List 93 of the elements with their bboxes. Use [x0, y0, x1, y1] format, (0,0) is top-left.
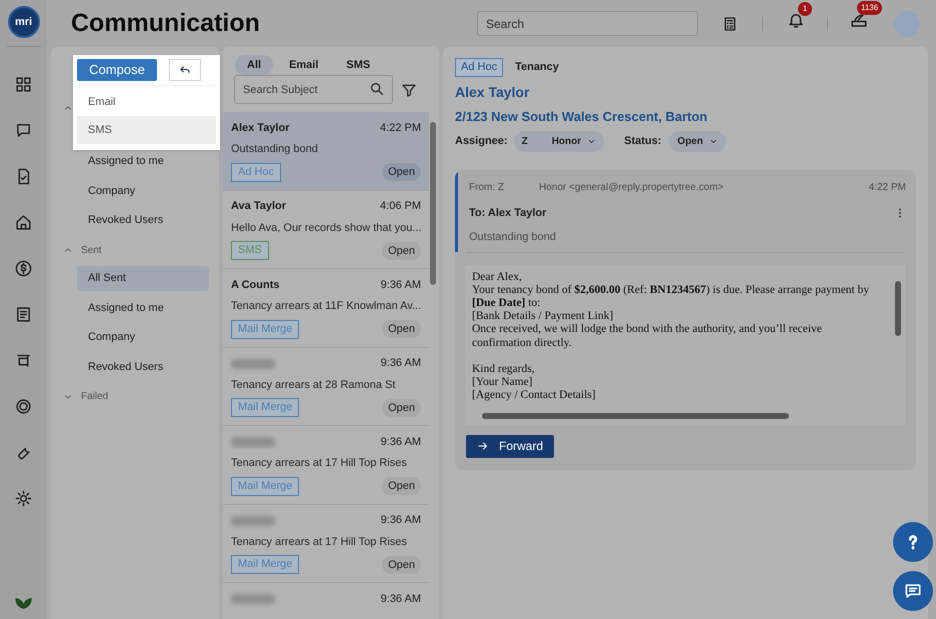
- calculator-icon[interactable]: [722, 16, 738, 32]
- message-row[interactable]: A Counts 9:36 AM Tenancy arrears at 11F Knowlman Av... Mail Merge Open: [223, 269, 429, 348]
- message-time: 9:36 AM: [380, 592, 421, 607]
- filter-tab[interactable]: SMS: [334, 55, 382, 75]
- filter-icon[interactable]: [401, 82, 417, 98]
- sender-name: A Counts: [231, 278, 280, 293]
- message-time: 4:06 PM: [380, 199, 421, 214]
- sender-address: Honor <general@reply.propertytree.com>: [539, 180, 725, 194]
- status-pill: Open: [382, 163, 421, 181]
- message-count-badge: 1136: [857, 0, 882, 14]
- folder-item[interactable]: Company: [77, 324, 209, 350]
- body-text-line: [Due Date] to:: [472, 296, 542, 310]
- folder-item[interactable]: Assigned to me: [77, 149, 209, 174]
- message-row[interactable]: 9:36 AM Tenancy arrears at 17 Hill Top Rises Mail Merge Open: [223, 504, 429, 583]
- body-text-line: Your tenancy bond of $2,600.00 (Ref: BN1234567) is due. Please arrange payment by: [472, 284, 870, 297]
- arrow-right-icon: [477, 440, 489, 452]
- page-title: Communication: [71, 8, 260, 39]
- message-tag: Mail Merge: [231, 398, 300, 417]
- status-pill: Open: [382, 242, 421, 260]
- folder-item[interactable]: Revoked Users: [77, 208, 209, 234]
- filter-tab[interactable]: Email: [277, 55, 330, 75]
- folder-group-label[interactable]: Failed: [81, 389, 108, 404]
- message-time: 4:22 PM: [380, 120, 421, 136]
- detail-tag: Ad Hoc: [455, 58, 504, 77]
- document-icon[interactable]: [15, 306, 32, 322]
- message-row[interactable]: 9:36 AM: [223, 583, 429, 619]
- vertical-scrollbar[interactable]: [895, 280, 901, 336]
- search-subject-field[interactable]: Search Subject: [234, 75, 393, 104]
- message-row[interactable]: Alex Taylor 4:22 PM Outstanding bond Ad Hoc Open: [223, 112, 429, 190]
- menu-item[interactable]: SMS: [77, 116, 216, 144]
- property-address[interactable]: 2/123 New South Wales Crescent, Barton: [455, 107, 916, 126]
- message-subject: Outstanding bond: [231, 142, 319, 157]
- folder-item[interactable]: Assigned to me: [77, 295, 209, 320]
- horizontal-scrollbar[interactable]: [482, 412, 789, 418]
- message-tag: Ad Hoc: [231, 162, 282, 182]
- message-subject: Tenancy arrears at 28 Ramona St: [231, 378, 396, 392]
- message-subject: Tenancy arrears at 11F Knowlman Av...: [231, 299, 421, 314]
- body-text-line: [Your Name]: [472, 376, 534, 390]
- message-row[interactable]: 9:36 AM Tenancy arrears at 17 Hill Top Rises Mail Merge Open: [223, 426, 429, 504]
- search-icon[interactable]: [369, 81, 385, 97]
- message-time: 4:22 PM: [868, 180, 906, 194]
- search-field[interactable]: Search: [477, 11, 698, 36]
- dollar-icon[interactable]: [15, 260, 32, 276]
- filter-tab[interactable]: All: [235, 55, 274, 75]
- status-pill: Open: [382, 477, 421, 495]
- message-tag: SMS: [231, 241, 269, 260]
- leaf-icon: [15, 597, 32, 609]
- chat-icon[interactable]: [15, 122, 32, 138]
- message-tag: Mail Merge: [231, 476, 300, 496]
- status-pill: Open: [382, 556, 421, 574]
- contact-name[interactable]: Alex Taylor: [455, 82, 916, 103]
- bi-icon[interactable]: [15, 398, 32, 414]
- status-pill: Open: [382, 320, 421, 338]
- body-text-line: Dear Alex,: [472, 270, 523, 284]
- body-text-line: confirmation directly.: [472, 336, 573, 350]
- compose-button[interactable]: Compose: [77, 59, 157, 81]
- folder-item[interactable]: Company: [77, 178, 209, 204]
- message-row[interactable]: 9:36 AM Tenancy arrears at 28 Ramona St Mail Merge Open: [223, 348, 429, 426]
- message-subject: Tenancy arrears at 17 Hill Top Rises: [231, 534, 408, 550]
- message-subject: Tenancy arrears at 17 Hill Top Rises: [231, 456, 408, 471]
- detail-tag: Tenancy: [513, 59, 561, 76]
- notification-badge: 1: [798, 2, 812, 16]
- message-tag: Mail Merge: [231, 555, 300, 574]
- folder-group-label[interactable]: Sent: [81, 242, 102, 258]
- home-icon[interactable]: [15, 214, 32, 230]
- body-text-line: Kind regards,: [472, 362, 536, 376]
- message-time: 9:36 AM: [380, 513, 421, 528]
- message-subject: Outstanding bond: [469, 230, 557, 245]
- status-label: Status:: [624, 134, 662, 149]
- assignee-dropdown[interactable]: Z Honor: [514, 130, 604, 152]
- folder-item[interactable]: Revoked Users: [77, 354, 209, 380]
- assignee-label: Assignee:: [455, 134, 508, 149]
- body-text-line: [Bank Details / Payment Link]: [472, 310, 614, 324]
- status-dropdown[interactable]: Open: [669, 130, 726, 152]
- folder-item[interactable]: All Sent: [77, 266, 209, 291]
- body-text-line: [Agency / Contact Details]: [472, 389, 597, 402]
- forward-button[interactable]: Forward: [466, 434, 554, 458]
- sender-name: Alex Taylor: [231, 120, 290, 136]
- scrollbar[interactable]: [430, 122, 436, 285]
- sender-name: Ava Taylor: [231, 199, 286, 214]
- dashboard-icon[interactable]: [15, 76, 32, 92]
- undo-icon[interactable]: [169, 59, 201, 81]
- message-time: 9:36 AM: [380, 278, 421, 293]
- message-row[interactable]: Ava Taylor 4:06 PM Hello Ava, Our records show that you... SMS Open: [223, 190, 429, 269]
- status-pill: Open: [382, 398, 421, 416]
- message-time: 9:36 AM: [380, 434, 421, 450]
- message-time: 9:36 AM: [380, 356, 421, 372]
- recipient: To: Alex Taylor: [469, 206, 546, 220]
- logo[interactable]: mri: [8, 6, 40, 38]
- from-label: From: Z: [469, 180, 505, 194]
- body-text-line: Once received, we will lodge the bond with the authority, and you’ll receive: [472, 323, 823, 337]
- message-subject: Hello Ava, Our records show that you...: [231, 220, 421, 236]
- message-tag: Mail Merge: [231, 320, 300, 338]
